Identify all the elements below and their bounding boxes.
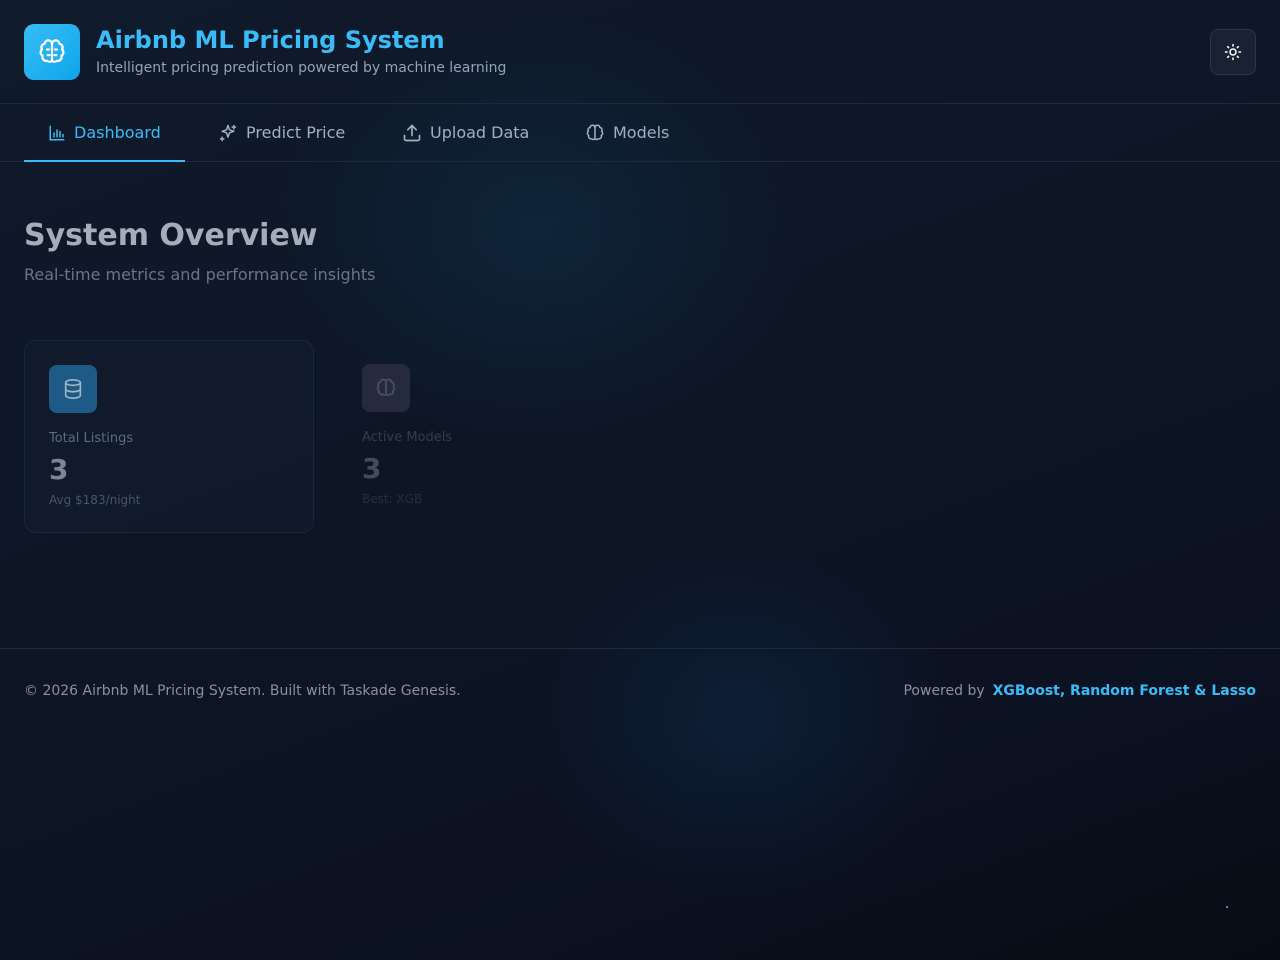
sun-icon [1224,43,1242,61]
theme-toggle-button[interactable] [1210,29,1256,75]
bar-chart-icon [49,125,65,140]
stat-card-active-models: Active Models 3 Best: XGB [338,340,628,533]
tab-label: Dashboard [74,123,161,142]
footer-powered-by: Powered by XGBoost, Random Forest & Lass… [903,683,1256,699]
app-title: Airbnb ML Pricing System [96,26,445,54]
powered-label: Powered by [903,683,985,699]
brain-icon [586,124,604,140]
page-subtitle: Real-time metrics and performance insigh… [24,265,376,284]
tab-models[interactable]: Models [585,104,669,161]
tab-dashboard[interactable]: Dashboard [24,104,185,162]
app-header: Airbnb ML Pricing System Intelligent pri… [0,0,1280,104]
sparkles-icon [219,124,237,141]
stat-value: 3 [49,453,69,486]
stat-label: Active Models [362,430,453,445]
decorative-dot [1226,906,1228,908]
stat-card-total-listings: Total Listings 3 Avg $183/night [24,340,314,533]
app-subtitle: Intelligent pricing prediction powered b… [96,60,507,76]
stat-note: Best: XGB [362,492,423,506]
footer-copyright: © 2026 Airbnb ML Pricing System. Built w… [24,683,461,699]
brain-icon [24,24,80,80]
stat-value: 3 [362,452,382,485]
upload-icon [403,124,421,141]
tab-predict-price[interactable]: Predict Price [218,104,345,161]
tab-label: Models [613,123,670,142]
tab-upload-data[interactable]: Upload Data [402,104,529,161]
tab-label: Predict Price [246,123,346,142]
powered-tech: XGBoost, Random Forest & Lasso [992,683,1256,699]
brain-icon [362,364,410,412]
stat-label: Total Listings [49,431,134,446]
stat-note: Avg $183/night [49,493,141,507]
page-title: System Overview [24,218,318,253]
page-footer: © 2026 Airbnb ML Pricing System. Built w… [0,648,1280,734]
main-nav: Dashboard Predict Price Upload Data Mode… [0,104,1280,162]
tab-label: Upload Data [430,123,530,142]
database-icon [49,365,97,413]
